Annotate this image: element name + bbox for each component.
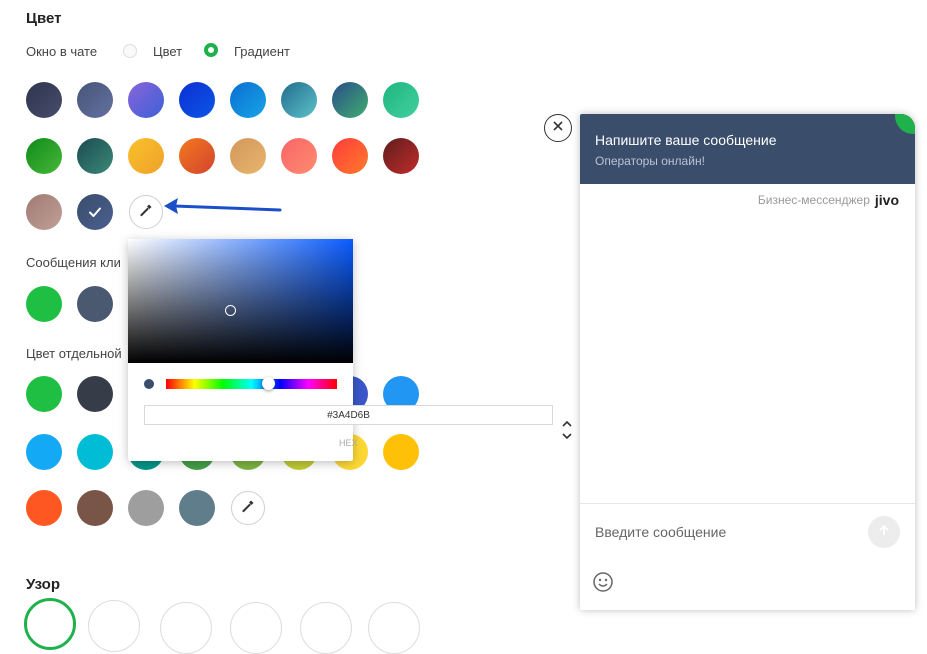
radio-gradient-label[interactable]: Градиент <box>234 44 290 59</box>
jivo-logo: jivo <box>874 192 899 208</box>
current-color-dot <box>144 379 154 389</box>
swatch-el-amber[interactable] <box>383 434 419 470</box>
swatch-salmon[interactable] <box>281 138 317 174</box>
swatch-purple-blue[interactable] <box>128 82 164 118</box>
hue-slider-thumb[interactable] <box>262 377 275 390</box>
swatch-red-orange[interactable] <box>332 138 368 174</box>
widget-header: Напишите ваше сообщение Операторы онлайн… <box>580 114 915 184</box>
hex-mode-label: HEX <box>339 438 358 448</box>
chat-window-label: Окно в чате <box>26 44 98 59</box>
swatch-client-slate[interactable] <box>77 286 113 322</box>
message-input[interactable]: Введите сообщение <box>595 524 726 540</box>
custom-color-button[interactable] <box>129 195 163 229</box>
element-custom-color-button[interactable] <box>231 491 265 525</box>
annotation-arrow-icon <box>164 198 282 214</box>
selected-check-icon <box>77 194 113 230</box>
swatch-rose-brown[interactable] <box>26 194 62 230</box>
radio-color[interactable] <box>123 44 137 58</box>
swatch-maroon[interactable] <box>383 138 419 174</box>
saturation-area[interactable] <box>128 239 353 363</box>
swatch-el-grey[interactable] <box>128 490 164 526</box>
swatch-mint[interactable] <box>383 82 419 118</box>
swatch-el-light-blue[interactable] <box>26 434 62 470</box>
section-title-pattern: Узор <box>26 576 60 593</box>
eyedropper-icon <box>138 202 154 223</box>
client-messages-label: Сообщения кли <box>26 255 121 270</box>
swatch-client-green[interactable] <box>26 286 62 322</box>
swatch-slate-blue[interactable] <box>77 82 113 118</box>
swatch-yellow[interactable] <box>128 138 164 174</box>
saturation-cursor[interactable] <box>225 305 236 316</box>
swatch-green[interactable] <box>26 138 62 174</box>
hex-input[interactable] <box>144 405 553 425</box>
swatch-dark-slate[interactable] <box>26 82 62 118</box>
widget-subtitle: Операторы онлайн! <box>595 154 705 168</box>
swatch-sky-blue[interactable] <box>230 82 266 118</box>
radio-color-label[interactable]: Цвет <box>153 44 182 59</box>
section-title-color: Цвет <box>26 10 62 27</box>
widget-branding[interactable]: Бизнес-мессенджер jivo <box>758 192 899 208</box>
widget-corner-accent <box>895 114 915 134</box>
send-button[interactable] <box>868 516 900 548</box>
pattern-option-selected[interactable] <box>24 598 76 650</box>
mode-toggle-icon[interactable] <box>561 419 573 446</box>
swatch-el-brown[interactable] <box>77 490 113 526</box>
swatch-el-charcoal[interactable] <box>77 376 113 412</box>
elements-color-label: Цвет отдельной <box>26 346 122 361</box>
swatch-dark-teal[interactable] <box>77 138 113 174</box>
swatch-tan[interactable] <box>230 138 266 174</box>
swatch-orange[interactable] <box>179 138 215 174</box>
swatch-teal-blue[interactable] <box>281 82 317 118</box>
swatch-el-green[interactable] <box>26 376 62 412</box>
chat-widget-preview: Напишите ваше сообщение Операторы онлайн… <box>580 114 915 610</box>
widget-divider <box>580 503 915 504</box>
close-preview-button[interactable] <box>544 114 572 142</box>
swatch-el-cyan[interactable] <box>77 434 113 470</box>
emoji-button[interactable] <box>592 571 614 598</box>
swatch-deep-blue[interactable] <box>179 82 215 118</box>
eyedropper-icon <box>240 498 256 519</box>
pattern-option[interactable] <box>88 600 140 652</box>
widget-title: Напишите ваше сообщение <box>595 132 777 148</box>
swatch-blue-green[interactable] <box>332 82 368 118</box>
close-icon <box>552 119 564 137</box>
brand-text: Бизнес-мессенджер <box>757 193 870 207</box>
hue-slider[interactable] <box>166 379 337 389</box>
arrow-up-icon <box>877 523 891 542</box>
smile-icon <box>592 572 614 597</box>
swatch-el-deep-orange[interactable] <box>26 490 62 526</box>
color-picker-popup: HEX <box>128 239 553 461</box>
radio-gradient[interactable] <box>204 43 218 57</box>
swatch-el-blue-grey[interactable] <box>179 490 215 526</box>
